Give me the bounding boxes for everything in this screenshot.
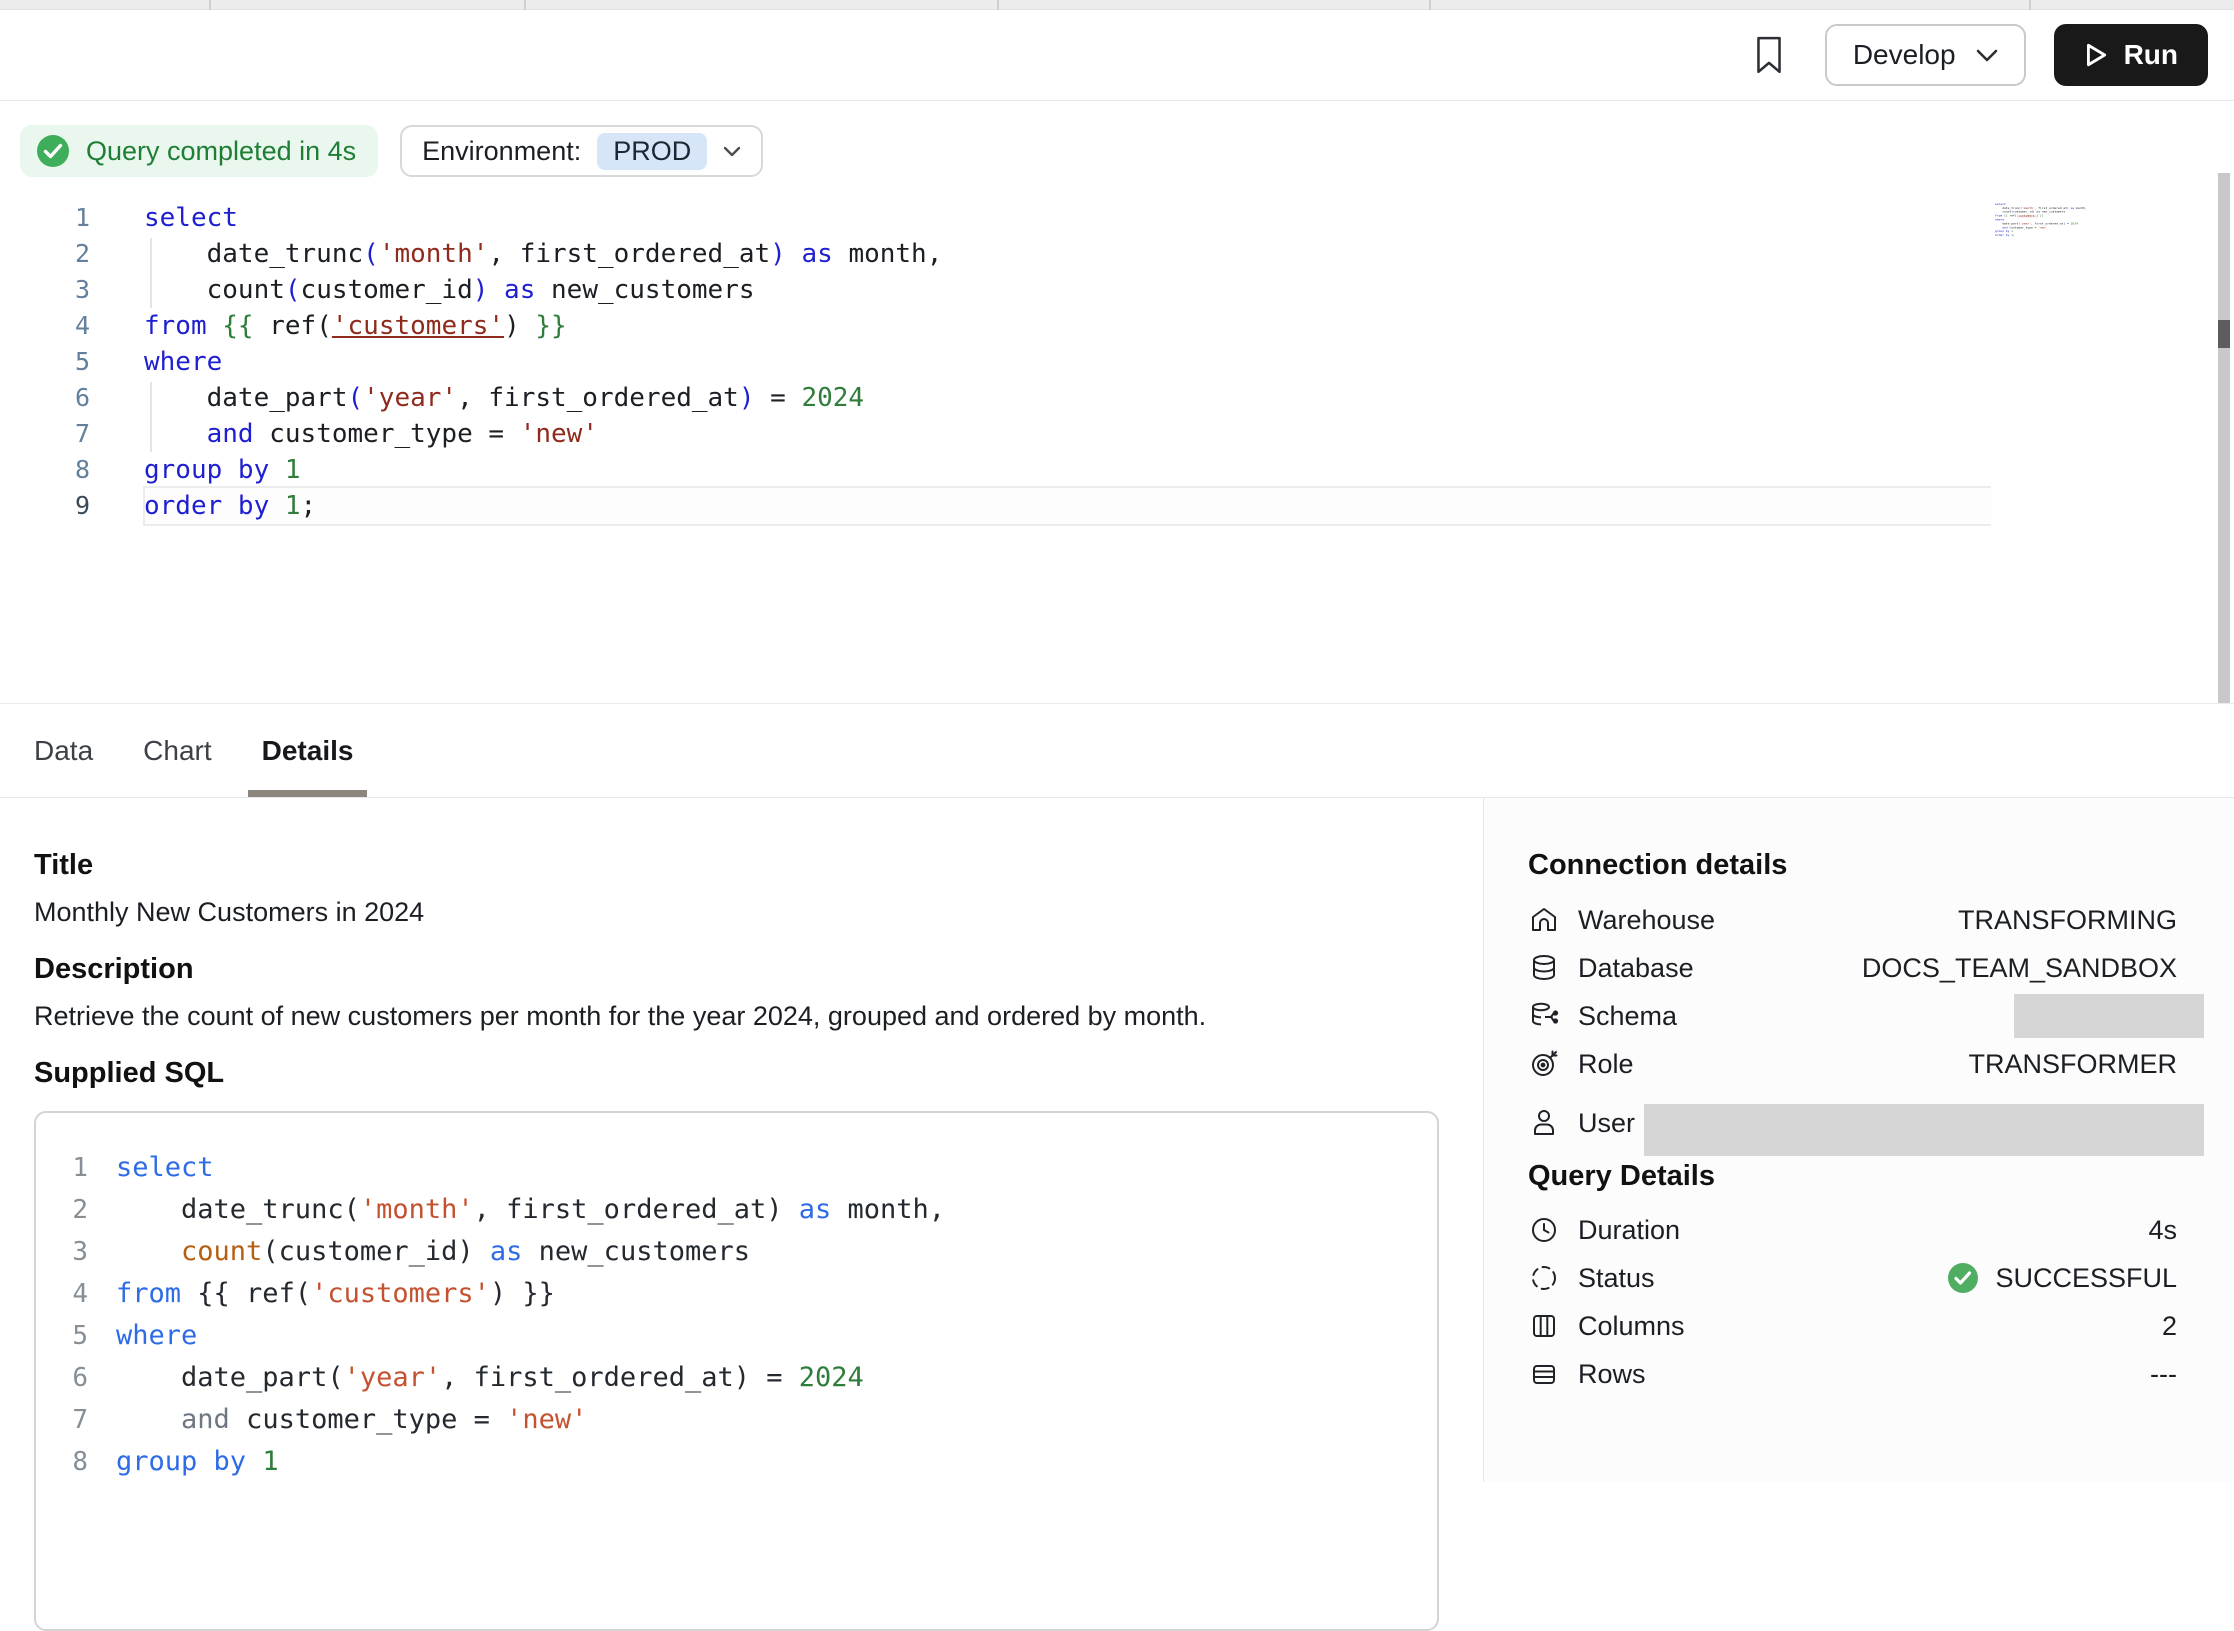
develop-button[interactable]: Develop: [1825, 24, 2026, 86]
query-details-heading: Query Details: [1528, 1160, 1715, 1193]
description-heading: Description: [34, 953, 194, 986]
environment-select[interactable]: Environment: PROD: [400, 125, 763, 177]
editor-line: 3 count(customer_id) as new_customers: [0, 272, 2200, 308]
editor-line: 4from {{ ref('customers') }}: [0, 308, 2200, 344]
warehouse-icon: [1528, 904, 1560, 936]
tab-strip-divider: [2029, 0, 2031, 10]
query-status-text: Query completed in 4s: [86, 136, 356, 167]
rows-value: ---: [2150, 1359, 2177, 1390]
schema-value-redacted: [2014, 994, 2204, 1038]
user-icon: [1528, 1107, 1560, 1139]
editor-line: 5where: [0, 344, 2200, 380]
editor-line: 9order by 1;: [0, 488, 2200, 524]
editor-scrollbar-thumb[interactable]: [2218, 320, 2230, 348]
detail-row-schema: Schema: [1528, 994, 2177, 1038]
environment-value-pill: PROD: [597, 133, 707, 170]
develop-button-label: Develop: [1853, 39, 1956, 71]
sql-line: 2 date_trunc('month', first_ordered_at) …: [36, 1189, 1437, 1231]
bookmark-icon: [1752, 35, 1786, 75]
title-heading: Title: [34, 849, 93, 882]
detail-row-duration: Duration 4s: [1528, 1208, 2177, 1252]
status-value-text: SUCCESSFUL: [1995, 1263, 2177, 1294]
sql-line: 6 date_part('year', first_ordered_at) = …: [36, 1357, 1437, 1399]
detail-row-warehouse: Warehouse TRANSFORMING: [1528, 898, 2177, 942]
tab-chart[interactable]: Chart: [143, 704, 211, 797]
user-value-redacted: [1644, 1104, 2204, 1156]
editor-scrollbar-track[interactable]: [2218, 173, 2230, 707]
database-value: DOCS_TEAM_SANDBOX: [1862, 953, 2177, 984]
run-button-label: Run: [2124, 39, 2178, 71]
database-icon: [1528, 952, 1560, 984]
tab-strip-divider: [1429, 0, 1431, 10]
chevron-down-icon: [723, 146, 741, 157]
detail-row-columns: Columns 2: [1528, 1304, 2177, 1348]
supplied-sql-code-block: 1select 2 date_trunc('month', first_orde…: [34, 1111, 1439, 1631]
detail-row-role: Role TRANSFORMER: [1528, 1042, 2177, 1086]
run-button[interactable]: Run: [2054, 24, 2208, 86]
bookmark-button[interactable]: [1741, 27, 1797, 83]
clock-icon: [1528, 1214, 1560, 1246]
query-status-badge: Query completed in 4s: [20, 125, 378, 177]
toolbar: Develop Run: [0, 10, 2234, 101]
detail-row-database: Database DOCS_TEAM_SANDBOX: [1528, 946, 2177, 990]
check-circle-icon: [34, 132, 72, 170]
connection-details-heading: Connection details: [1528, 849, 1787, 882]
sql-line: 1select: [36, 1147, 1437, 1189]
editor-line: 6 date_part('year', first_ordered_at) = …: [0, 380, 2200, 416]
play-icon: [2084, 42, 2108, 68]
environment-label: Environment:: [422, 136, 581, 167]
detail-row-rows: Rows ---: [1528, 1352, 2177, 1396]
role-value: TRANSFORMER: [1969, 1049, 2178, 1080]
sql-line: 8group by 1: [36, 1441, 1437, 1483]
duration-value: 4s: [2148, 1215, 2177, 1246]
sql-line: 4from {{ ref('customers') }}: [36, 1273, 1437, 1315]
editor-tab-strip: [0, 0, 2234, 10]
status-value: SUCCESSFUL: [1945, 1260, 2177, 1296]
sql-line: 3 count(customer_id) as new_customers: [36, 1231, 1437, 1273]
schema-icon: [1528, 1000, 1560, 1032]
editor-line: 1select: [0, 200, 2200, 236]
sql-line: 5where: [36, 1315, 1437, 1357]
role-icon: [1528, 1048, 1560, 1080]
editor-line: 8group by 1: [0, 452, 2200, 488]
sql-line: 7 and customer_type = 'new': [36, 1399, 1437, 1441]
detail-row-user: User: [1528, 1090, 2177, 1156]
supplied-sql-heading: Supplied SQL: [34, 1057, 224, 1090]
columns-icon: [1528, 1310, 1560, 1342]
status-row: Query completed in 4s Environment: PROD: [20, 125, 763, 177]
chevron-down-icon: [1976, 49, 1998, 62]
warehouse-value: TRANSFORMING: [1958, 905, 2177, 936]
editor-line: 7 and customer_type = 'new': [0, 416, 2200, 452]
rows-icon: [1528, 1358, 1560, 1390]
tab-strip-divider: [209, 0, 211, 10]
tab-details[interactable]: Details: [262, 704, 354, 797]
tab-strip-divider: [524, 0, 526, 10]
editor-line: 2 date_trunc('month', first_ordered_at) …: [0, 236, 2200, 272]
tab-strip-divider: [997, 0, 999, 10]
tab-data[interactable]: Data: [34, 704, 93, 797]
success-check-icon: [1945, 1260, 1981, 1296]
spinner-icon: [1528, 1262, 1560, 1294]
columns-value: 2: [2162, 1311, 2177, 1342]
description-value: Retrieve the count of new customers per …: [34, 1001, 1206, 1032]
title-value: Monthly New Customers in 2024: [34, 897, 424, 928]
editor-minimap[interactable]: select date_trunc('month', first_ordered…: [1995, 202, 2099, 237]
results-tabs: Data Chart Details: [0, 703, 2234, 798]
detail-row-status: Status SUCCESSFUL: [1528, 1256, 2177, 1300]
